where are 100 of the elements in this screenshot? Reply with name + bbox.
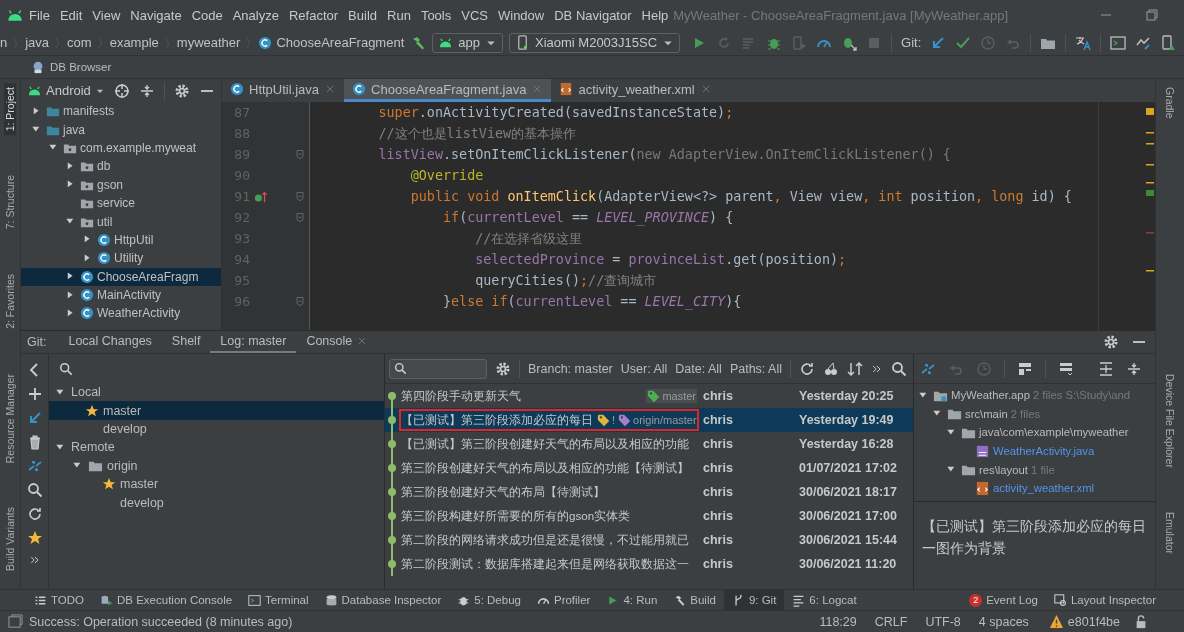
log-search-field[interactable]: [389, 358, 487, 379]
editor-tab[interactable]: activity_weather.xml: [551, 79, 720, 102]
branch-item[interactable]: Remote: [49, 438, 384, 457]
menu-item[interactable]: Run: [382, 7, 416, 23]
breadcrumb-item[interactable]: ChooseAreaFragment: [258, 35, 405, 50]
tool-window-button[interactable]: DB Execution Console: [92, 590, 241, 610]
project-tree-item[interactable]: MainActivity: [21, 285, 221, 305]
refresh-icon[interactable]: [26, 506, 43, 522]
update-icon[interactable]: [930, 34, 947, 51]
tool-window-button[interactable]: 2 Event Log: [961, 590, 1046, 610]
project-tree-item[interactable]: db: [21, 157, 221, 176]
changed-file-item[interactable]: activity_weather.xml: [914, 478, 1155, 498]
status-item[interactable]: CRLF: [868, 614, 914, 629]
search-icon[interactable]: [26, 482, 43, 498]
changed-file-item[interactable]: MyWeather.app 2 files S:\Study\and: [914, 386, 1155, 405]
tool-window-button[interactable]: Terminal: [240, 590, 317, 610]
sort-icon[interactable]: [847, 360, 863, 377]
collapse-icon[interactable]: [1126, 360, 1142, 377]
project-tree-item[interactable]: manifests: [21, 102, 221, 121]
commit-row[interactable]: 第三阶段创建好天气的布局以及相应的功能【待测试】 chris 01/07/2021 17:02: [385, 456, 913, 480]
breadcrumb-item[interactable]: myweather: [176, 35, 241, 50]
translate-icon[interactable]: [1075, 34, 1092, 51]
status-item[interactable]: 118:29: [813, 614, 863, 629]
menu-item[interactable]: Refactor: [283, 7, 344, 23]
plus-icon[interactable]: [26, 386, 43, 402]
tool-window-button[interactable]: Layout Inspector: [1045, 590, 1164, 610]
refresh-icon[interactable]: [799, 360, 815, 377]
status-item[interactable]: UTF-8: [919, 614, 967, 629]
menu-item[interactable]: Window: [492, 7, 550, 23]
tool-window-button[interactable]: 9: Git: [723, 590, 785, 610]
menu-item[interactable]: Build: [343, 7, 382, 23]
menu-item[interactable]: VCS: [456, 7, 493, 23]
git-tab[interactable]: Console: [296, 331, 379, 353]
settings-icon[interactable]: [173, 82, 190, 99]
menu-item[interactable]: Help: [636, 7, 674, 23]
branch-item[interactable]: Local: [49, 383, 384, 402]
run-config-dropdown[interactable]: app: [432, 32, 503, 53]
project-tree-item[interactable]: HttpUtil: [21, 230, 221, 250]
project-tree-item[interactable]: WeatherActivity: [21, 304, 221, 323]
db-browser-tab[interactable]: DB Browser: [50, 61, 112, 73]
branch-item[interactable]: origin: [49, 456, 384, 475]
git-tab[interactable]: Shelf: [161, 331, 211, 353]
menu-item[interactable]: File: [24, 7, 55, 23]
search-icon[interactable]: [59, 361, 73, 376]
editor-tab[interactable]: HttpUtil.java: [222, 79, 345, 102]
db-browser-icon[interactable]: [31, 60, 45, 74]
project-tree-item[interactable]: util: [21, 212, 221, 231]
menu-item[interactable]: Analyze: [227, 7, 284, 23]
merge-icon[interactable]: [26, 458, 43, 474]
restore-icon[interactable]: [1144, 7, 1161, 23]
tool-window-tab[interactable]: Device File Explorer: [1164, 370, 1176, 472]
menu-item[interactable]: Edit: [54, 7, 88, 23]
device-dropdown[interactable]: Xiaomi M2003J15SC: [509, 32, 681, 53]
project-tree-item[interactable]: service: [21, 193, 221, 213]
settings-icon[interactable]: [495, 360, 511, 377]
changed-file-item[interactable]: java\com\example\myweather: [914, 423, 1155, 442]
tool-window-button[interactable]: Profiler: [528, 590, 599, 610]
log-filter[interactable]: Branch: master: [528, 361, 613, 376]
tool-window-button[interactable]: 6: Logcat: [784, 590, 865, 610]
log-filter[interactable]: User: All: [620, 361, 668, 376]
project-tree-item[interactable]: com.example.myweat: [21, 138, 221, 158]
menu-item[interactable]: Navigate: [125, 7, 187, 23]
branch-item[interactable]: master: [49, 474, 384, 494]
device-icon[interactable]: [1160, 34, 1177, 51]
project-tree-item[interactable]: Utility: [21, 249, 221, 268]
commit-row[interactable]: 第三阶段创建好天气的布局【待测试】 chris 30/06/2021 18:17: [385, 480, 913, 504]
tool-window-tab[interactable]: Build Variants: [4, 503, 16, 576]
cherry-pick-icon[interactable]: [823, 360, 839, 377]
project-view-dropdown[interactable]: Android: [27, 83, 105, 98]
star-icon[interactable]: [26, 530, 43, 546]
expand-all-icon[interactable]: [1098, 360, 1114, 377]
breadcrumb-item[interactable]: example: [109, 35, 159, 50]
tool-window-tab[interactable]: Emulator: [1164, 507, 1176, 558]
tool-window-button[interactable]: 4: Run: [598, 590, 666, 610]
status-icon[interactable]: [8, 614, 23, 629]
lock-icon[interactable]: [1134, 614, 1148, 629]
project-tree-item[interactable]: java: [21, 120, 221, 139]
changed-file-item[interactable]: res\layout 1 file: [914, 460, 1155, 479]
tool-window-tab[interactable]: 1: Project: [4, 83, 16, 136]
commit-row[interactable]: 【已测试】第三阶段添加必应的每日 ! origin/master chris Yesterday 19:49: [385, 408, 913, 432]
tool-window-tab[interactable]: Gradle: [1164, 83, 1176, 123]
git-branch-widget[interactable]: e801f4be: [1040, 614, 1128, 629]
editor-tab[interactable]: ChooseAreaFragment.java: [344, 79, 552, 102]
breadcrumb-item[interactable]: java: [25, 35, 50, 50]
changed-file-item[interactable]: WeatherActivity.java: [914, 441, 1155, 461]
search-icon[interactable]: [891, 360, 907, 377]
menu-item[interactable]: DB Navigator: [549, 7, 637, 23]
tool-window-button[interactable]: 5: Debug: [449, 590, 529, 610]
log-filter[interactable]: Paths: All: [729, 361, 782, 376]
git-tab[interactable]: Local Changes: [58, 331, 162, 353]
git-tab[interactable]: Log: master: [210, 331, 297, 353]
collapse-icon[interactable]: [138, 82, 155, 99]
crosshair-icon[interactable]: [113, 82, 130, 99]
commit-row[interactable]: 第三阶段构建好所需要的所有的gson实体类 chris 30/06/2021 17:00: [385, 504, 913, 528]
terminal-icon[interactable]: [1110, 34, 1127, 51]
branch-item[interactable]: master: [49, 401, 384, 420]
tool-window-tab[interactable]: 2: Favorites: [4, 269, 16, 330]
menu-item[interactable]: View: [87, 7, 126, 23]
menu-item[interactable]: Tools: [415, 7, 457, 23]
commit-row[interactable]: 第二阶段测试：数据库搭建起来但是网络获取数据这一 chris 30/06/2021 11:20: [385, 552, 913, 576]
